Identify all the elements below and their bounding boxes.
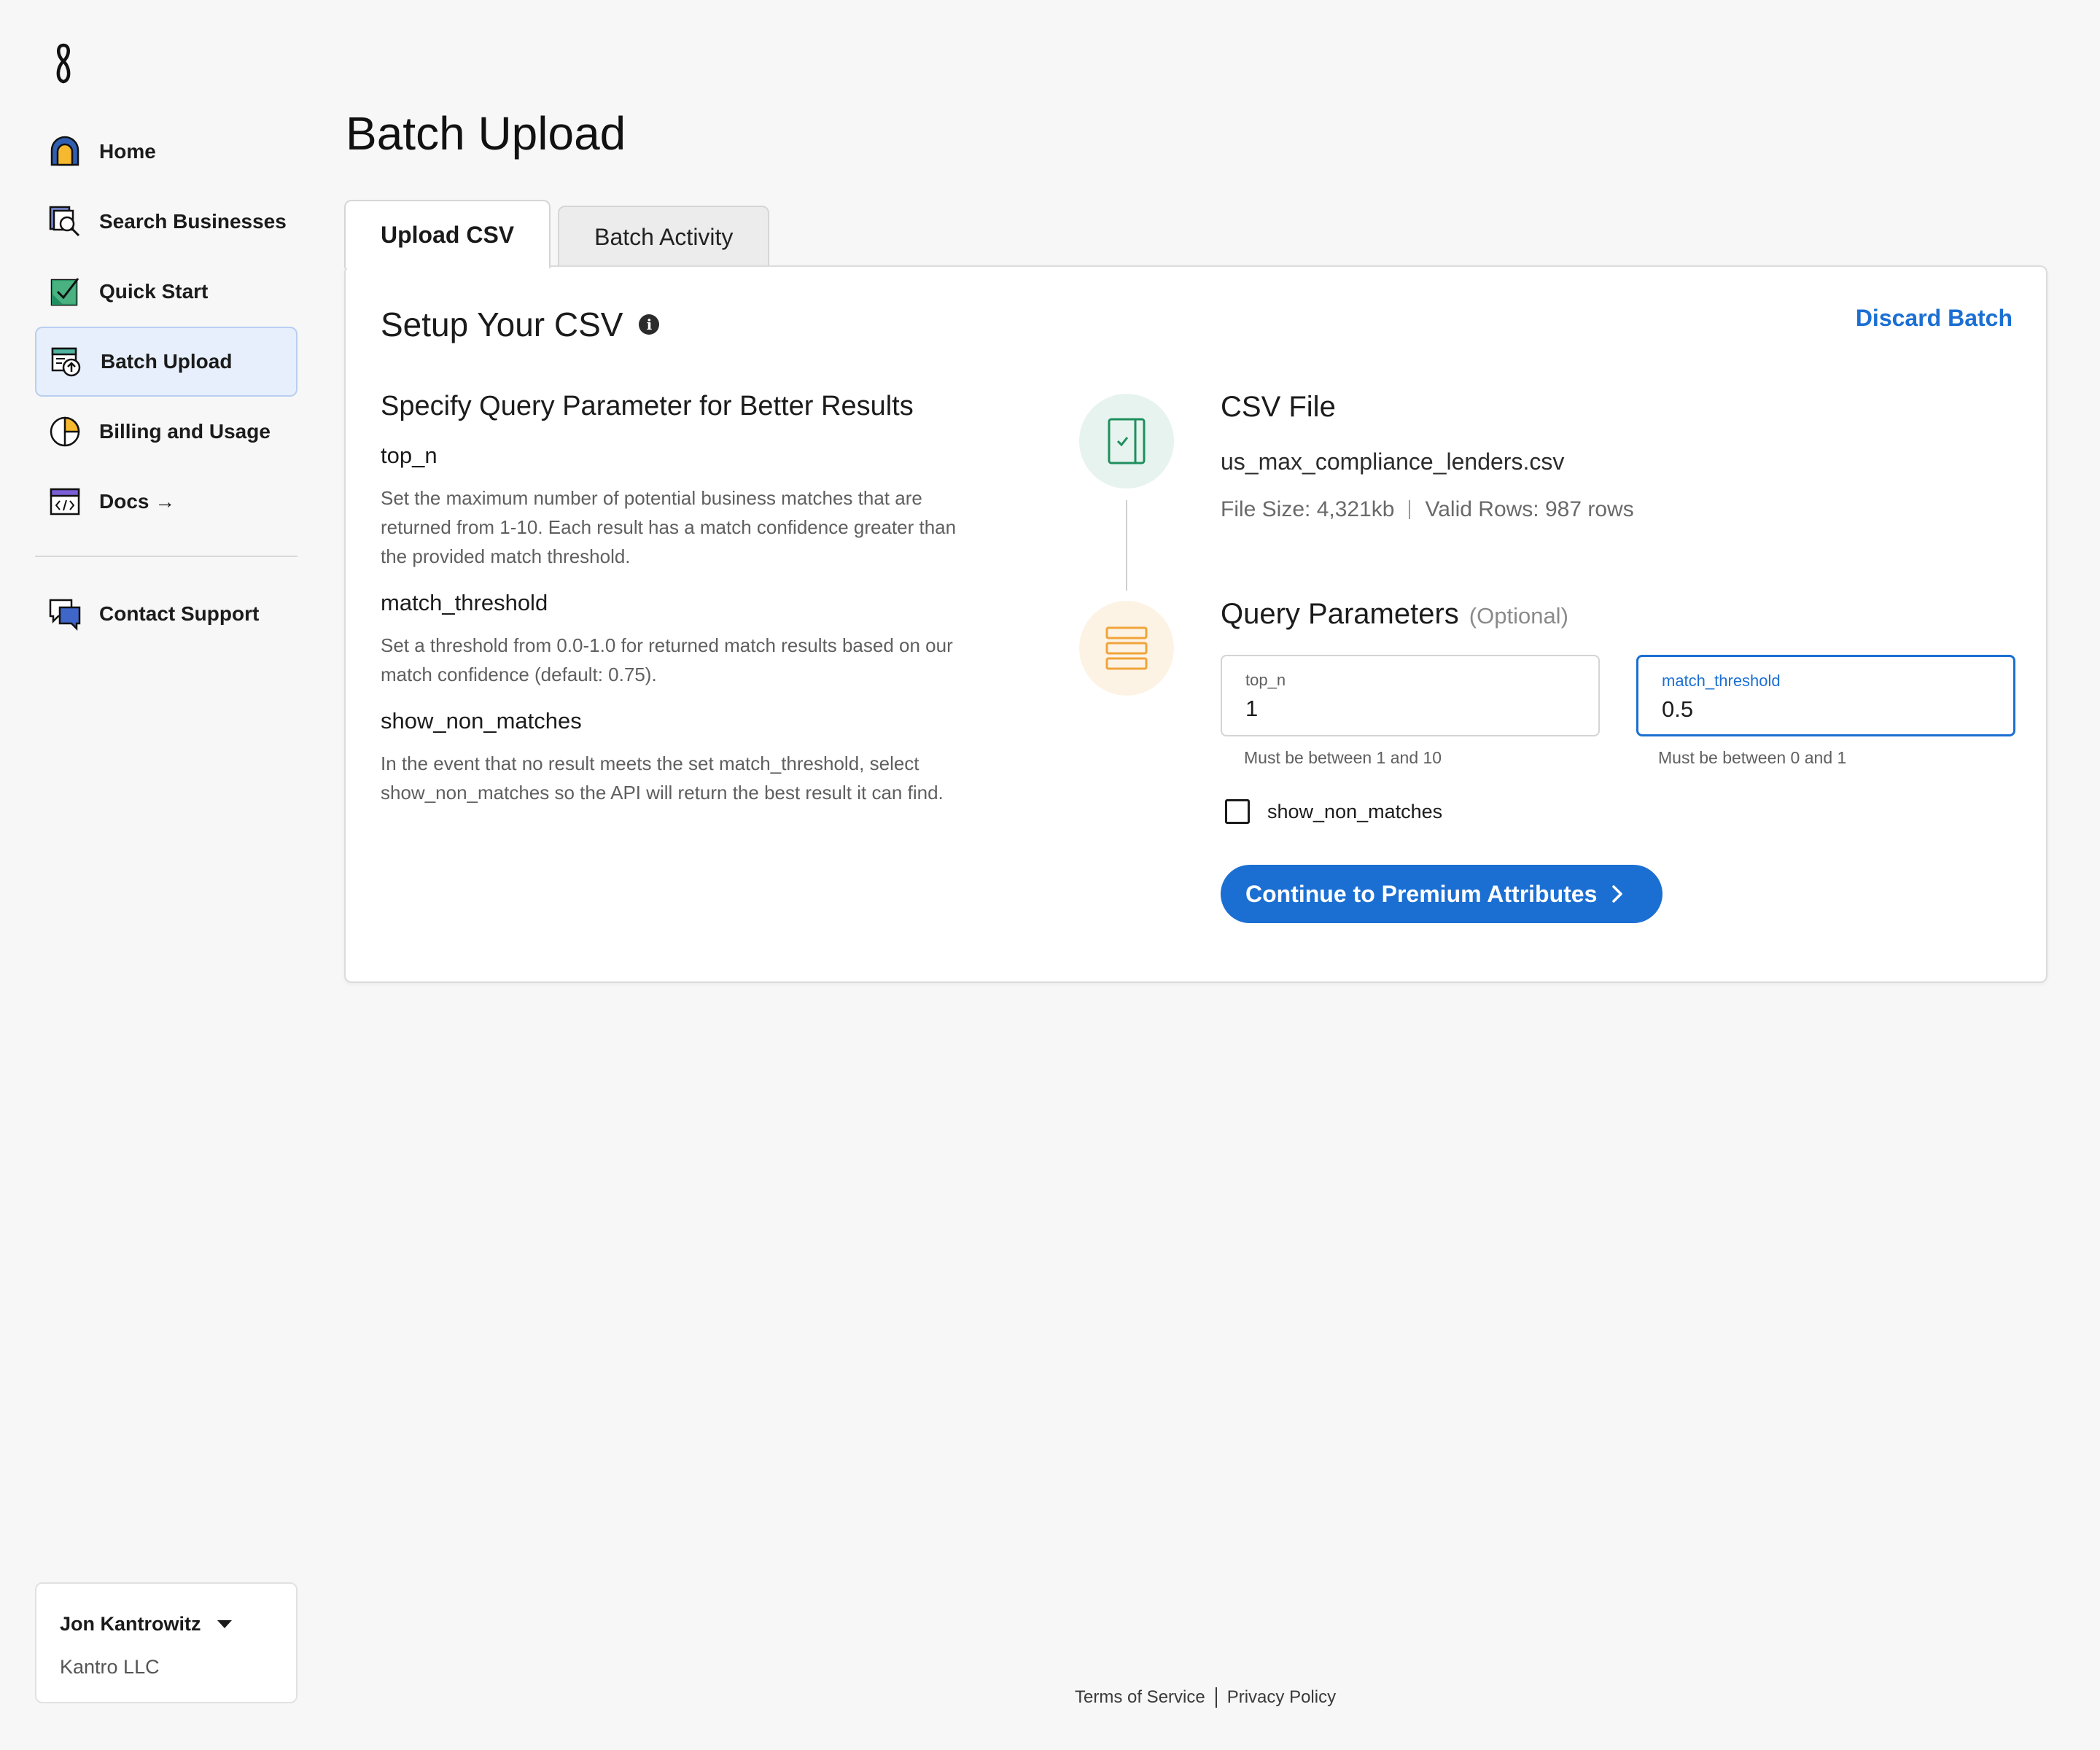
sidebar-item-label: Batch Upload — [101, 350, 233, 373]
show-non-matches-label: show_non_matches — [1267, 800, 1443, 822]
param-desc-show-non-matches: In the event that no result meets the se… — [381, 752, 944, 804]
docs-icon — [48, 485, 82, 518]
continue-premium-attributes-button[interactable]: Continue to Premium Attributes — [1221, 865, 1662, 923]
top-n-field[interactable]: top_n — [1221, 655, 1600, 736]
sidebar-item-docs[interactable]: Docs → — [35, 467, 298, 537]
chat-icon — [48, 597, 82, 631]
optional-tag: (Optional) — [1469, 603, 1568, 629]
sidebar-item-label: Quick Start — [99, 280, 209, 303]
account-org: Kantro LLC — [60, 1656, 160, 1678]
param-desc-top-n: Set the maximum number of potential busi… — [381, 487, 957, 567]
param-name-show-non-matches: show_non_matches — [381, 708, 582, 734]
match-threshold-input[interactable] — [1662, 696, 1983, 723]
match-threshold-hint: Must be between 0 and 1 — [1658, 748, 1847, 767]
sidebar-item-label: Search Businesses — [99, 210, 287, 233]
app-root: Home Search Businesses Quick Start Batch… — [0, 0, 2100, 1750]
query-params-step-icon — [1079, 601, 1174, 696]
billing-icon — [48, 415, 82, 448]
param-help-section: Specify Query Parameter for Better Resul… — [381, 391, 979, 826]
sidebar-item-label: Contact Support — [99, 602, 260, 625]
discard-batch-link[interactable]: Discard Batch — [1856, 305, 2012, 332]
step-connector — [1126, 500, 1127, 591]
sidebar-item-quick-start[interactable]: Quick Start — [35, 257, 298, 327]
sidebar-item-contact-support[interactable]: Contact Support — [35, 579, 298, 649]
top-n-input[interactable] — [1245, 696, 1566, 722]
home-icon — [48, 135, 82, 168]
sidebar-item-search-businesses[interactable]: Search Businesses — [35, 187, 298, 257]
tab-upload-csv[interactable]: Upload CSV — [344, 200, 551, 268]
setup-csv-card: Setup Your CSV i Discard Batch Specify Q… — [344, 265, 2048, 983]
param-name-top-n: top_n — [381, 443, 438, 468]
chevron-right-icon — [1612, 885, 1622, 903]
sidebar-item-batch-upload[interactable]: Batch Upload — [35, 327, 298, 397]
param-name-match-threshold: match_threshold — [381, 590, 548, 615]
page-title: Batch Upload — [346, 107, 626, 160]
param-help-heading: Specify Query Parameter for Better Resul… — [381, 391, 914, 421]
footer-links: Terms of Service Privacy Policy — [1075, 1687, 1336, 1708]
brand-logo-icon[interactable] — [51, 42, 76, 85]
csv-filename: us_max_compliance_lenders.csv — [1221, 448, 1565, 475]
sidebar-nav: Home Search Businesses Quick Start Batch… — [35, 117, 298, 649]
caret-down-icon[interactable] — [217, 1620, 232, 1628]
info-icon[interactable]: i — [639, 314, 660, 335]
account-name-row[interactable]: Jon Kantrowitz — [60, 1613, 296, 1636]
match-threshold-field[interactable]: match_threshold — [1636, 655, 2015, 736]
top-n-label: top_n — [1245, 671, 1286, 689]
csv-meta: File Size: 4,321kb Valid Rows: 987 rows — [1221, 497, 2015, 522]
top-n-hint: Must be between 1 and 10 — [1244, 748, 1442, 767]
sidebar-item-label: Home — [99, 140, 156, 163]
account-name: Jon Kantrowitz — [60, 1613, 201, 1635]
card-title: Setup Your CSV i — [381, 305, 660, 344]
sidebar-item-label: Docs → — [99, 490, 176, 513]
tab-batch-activity[interactable]: Batch Activity — [558, 206, 770, 267]
query-params-heading: Query Parameters (Optional) — [1221, 598, 1568, 631]
query-params-title: Query Parameters — [1221, 598, 1459, 630]
param-desc-match-threshold: Set a threshold from 0.0-1.0 for returne… — [381, 634, 953, 685]
search-businesses-icon — [48, 205, 82, 238]
csv-file-heading: CSV File — [1221, 391, 1336, 423]
card-title-text: Setup Your CSV — [381, 306, 623, 343]
footer-separator — [1215, 1687, 1217, 1708]
sidebar-divider — [35, 556, 298, 557]
quick-start-icon — [48, 275, 82, 308]
cta-label: Continue to Premium Attributes — [1245, 880, 1598, 907]
account-menu[interactable]: Jon Kantrowitz Kantro LLC — [35, 1582, 298, 1703]
sidebar-item-billing-and-usage[interactable]: Billing and Usage — [35, 397, 298, 467]
sidebar-item-home[interactable]: Home — [35, 117, 298, 187]
sidebar-item-label: Billing and Usage — [99, 420, 271, 443]
show-non-matches-row[interactable]: show_non_matches — [1225, 799, 1442, 824]
privacy-policy-link[interactable]: Privacy Policy — [1227, 1687, 1336, 1708]
show-non-matches-checkbox[interactable] — [1225, 799, 1250, 824]
match-threshold-label: match_threshold — [1662, 672, 1781, 690]
csv-file-step-icon — [1079, 394, 1174, 489]
tab-bar: Upload CSV Batch Activity — [344, 200, 770, 268]
csv-config-section: CSV File us_max_compliance_lenders.csv F… — [1221, 391, 2015, 923]
csv-file-size: File Size: 4,321kb — [1221, 497, 1395, 521]
csv-valid-rows: Valid Rows: 987 rows — [1425, 497, 1634, 521]
terms-of-service-link[interactable]: Terms of Service — [1075, 1687, 1205, 1708]
meta-separator — [1409, 500, 1411, 519]
batch-upload-icon — [50, 345, 83, 378]
